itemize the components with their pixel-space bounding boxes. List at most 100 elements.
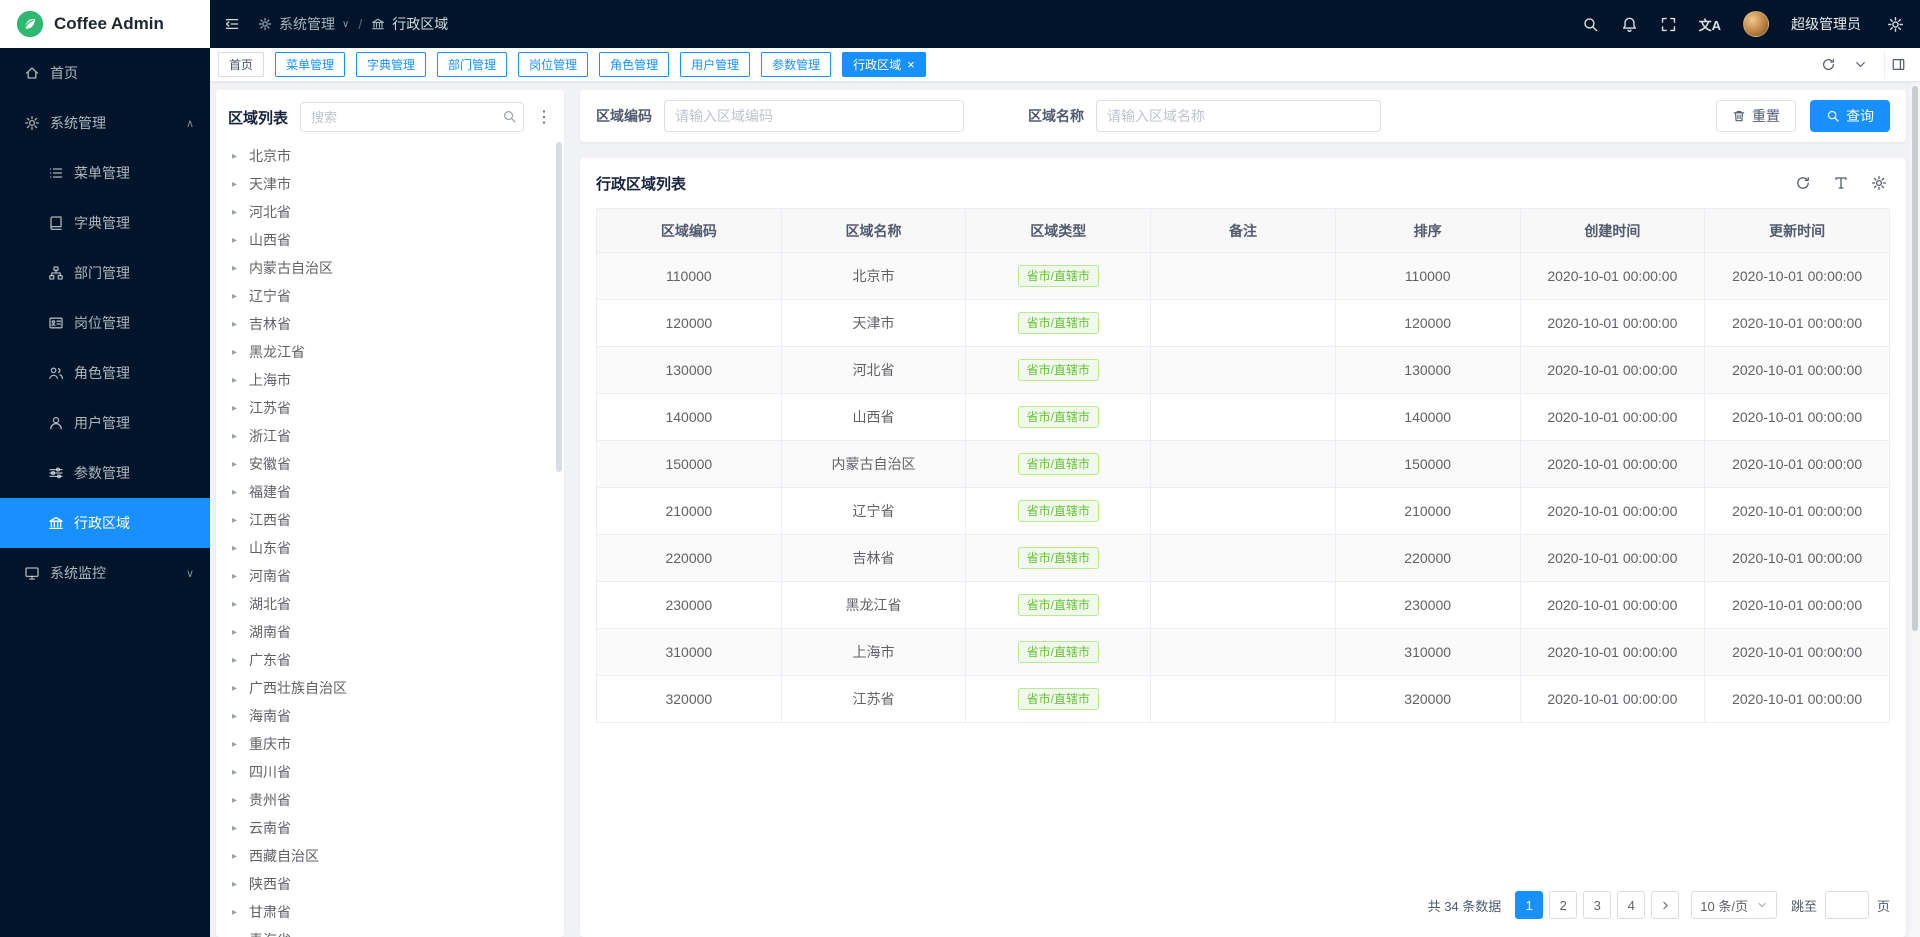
tree-item[interactable]: ▸ 浙江省 (222, 422, 564, 450)
sidebar-item[interactable]: 行政区域 (0, 498, 210, 548)
pagination-jump-input[interactable] (1825, 891, 1869, 919)
pagination-page-button[interactable]: 2 (1549, 891, 1577, 919)
tree-search-input[interactable] (300, 102, 524, 132)
tab[interactable]: 岗位管理 × (518, 52, 588, 77)
tree-item[interactable]: ▸ 海南省 (222, 702, 564, 730)
pagination-page-button[interactable]: 3 (1583, 891, 1611, 919)
sidebar-item[interactable]: 系统管理 ∧ (0, 98, 210, 148)
sidebar-toggle-button[interactable] (210, 0, 254, 48)
filter-input-name[interactable] (1096, 100, 1381, 132)
pagination-page-button[interactable]: 4 (1617, 891, 1645, 919)
tab[interactable]: 用户管理 × (680, 52, 750, 77)
tree-scrollbar[interactable] (556, 142, 562, 472)
sidebar-item[interactable]: 部门管理 (0, 248, 210, 298)
tabs-refresh-icon[interactable] (1814, 51, 1842, 79)
tree-item[interactable]: ▸ 上海市 (222, 366, 564, 394)
tree-item[interactable]: ▸ 内蒙古自治区 (222, 254, 564, 282)
tree-item[interactable]: ▸ 吉林省 (222, 310, 564, 338)
page-scrollbar-thumb[interactable] (1912, 86, 1918, 631)
tree-item[interactable]: ▸ 河南省 (222, 562, 564, 590)
sidebar-item[interactable]: 参数管理 (0, 448, 210, 498)
search-button[interactable]: 查询 (1810, 100, 1890, 132)
page-size-select[interactable]: 10 条/页 (1691, 891, 1777, 919)
sidebar-item[interactable]: 角色管理 (0, 348, 210, 398)
tab[interactable]: 字典管理 × (356, 52, 426, 77)
table-settings-gear-icon[interactable] (1868, 172, 1890, 194)
sidebar-item[interactable]: 用户管理 (0, 398, 210, 448)
tree-item[interactable]: ▸ 广西壮族自治区 (222, 674, 564, 702)
tree-item[interactable]: ▸ 湖南省 (222, 618, 564, 646)
tree-search-icon[interactable] (502, 109, 517, 127)
breadcrumb-item-system[interactable]: 系统管理 (279, 14, 335, 34)
sidebar-item[interactable]: 岗位管理 (0, 298, 210, 348)
cell-remark (1151, 253, 1336, 300)
search-icon[interactable] (1582, 16, 1599, 33)
quick-panel-icon[interactable] (1884, 51, 1912, 79)
tab[interactable]: 参数管理 × (761, 52, 831, 77)
tree-item[interactable]: ▸ 贵州省 (222, 786, 564, 814)
tree-item[interactable]: ▸ 云南省 (222, 814, 564, 842)
tree-item[interactable]: ▸ 辽宁省 (222, 282, 564, 310)
tree-item[interactable]: ▸ 甘肃省 (222, 898, 564, 926)
tree-item-label: 江苏省 (249, 398, 291, 418)
tree-item[interactable]: ▸ 河北省 (222, 198, 564, 226)
sidebar-item-icon (48, 215, 64, 231)
sidebar-item[interactable]: 系统监控 ∨ (0, 548, 210, 598)
filter-input-code[interactable] (664, 100, 964, 132)
tree-item[interactable]: ▸ 湖北省 (222, 590, 564, 618)
tree-item[interactable]: ▸ 福建省 (222, 478, 564, 506)
tree-menu-dots-icon[interactable]: ⋮ (532, 105, 556, 129)
fullscreen-icon[interactable] (1660, 16, 1677, 33)
tab[interactable]: 角色管理 × (599, 52, 669, 77)
tree-item[interactable]: ▸ 安徽省 (222, 450, 564, 478)
tree-item[interactable]: ▸ 黑龙江省 (222, 338, 564, 366)
tree-item[interactable]: ▸ 四川省 (222, 758, 564, 786)
tree-item-label: 吉林省 (249, 314, 291, 334)
tab[interactable]: 行政区域 × (842, 52, 926, 77)
cell-remark (1151, 394, 1336, 441)
pagination-page-button[interactable]: 1 (1515, 891, 1543, 919)
table-row: 150000 内蒙古自治区 省市/直辖市 150000 2020-10-01 0… (597, 441, 1890, 488)
bell-icon[interactable] (1621, 16, 1638, 33)
tab-close-icon[interactable]: × (907, 58, 915, 71)
tree-item[interactable]: ▸ 重庆市 (222, 730, 564, 758)
table-row: 320000 江苏省 省市/直辖市 320000 2020-10-01 00:0… (597, 676, 1890, 723)
tree-item-label: 山东省 (249, 538, 291, 558)
settings-gear-icon[interactable] (1887, 16, 1904, 33)
tree-item[interactable]: ▸ 青海省 (222, 926, 564, 937)
tree-item-label: 湖北省 (249, 594, 291, 614)
table-refresh-icon[interactable] (1792, 172, 1814, 194)
header-username[interactable]: 超级管理员 (1791, 14, 1861, 34)
tree-item[interactable]: ▸ 江西省 (222, 506, 564, 534)
tree-item[interactable]: ▸ 江苏省 (222, 394, 564, 422)
cell-region-name: 山西省 (781, 394, 966, 441)
tab[interactable]: 首页 × (218, 52, 264, 77)
reset-button[interactable]: 重置 (1716, 100, 1796, 132)
tree-item[interactable]: ▸ 陕西省 (222, 870, 564, 898)
tree-item[interactable]: ▸ 山东省 (222, 534, 564, 562)
table-title: 行政区域列表 (596, 173, 686, 194)
avatar[interactable] (1743, 11, 1769, 37)
tree-item[interactable]: ▸ 北京市 (222, 142, 564, 170)
page-scrollbar[interactable] (1910, 82, 1920, 937)
tree-item[interactable]: ▸ 广东省 (222, 646, 564, 674)
tree-item-label: 辽宁省 (249, 286, 291, 306)
tree-item[interactable]: ▸ 西藏自治区 (222, 842, 564, 870)
sidebar-caret-icon: ∨ (186, 567, 194, 580)
chevron-down-icon (1756, 899, 1768, 911)
sidebar-item[interactable]: 字典管理 (0, 198, 210, 248)
sidebar-item[interactable]: 菜单管理 (0, 148, 210, 198)
pagination-next-button[interactable] (1651, 891, 1679, 919)
tab[interactable]: 菜单管理 × (275, 52, 345, 77)
tree-item[interactable]: ▸ 山西省 (222, 226, 564, 254)
caret-right-icon: ▸ (232, 543, 242, 554)
cell-region-name: 吉林省 (781, 535, 966, 582)
table-textsize-icon[interactable] (1830, 172, 1852, 194)
tab[interactable]: 部门管理 × (437, 52, 507, 77)
sidebar-item[interactable]: 首页 (0, 48, 210, 98)
tree-item-label: 北京市 (249, 146, 291, 166)
tabs-dropdown-icon[interactable] (1846, 51, 1874, 79)
table-header-cell: 区域类型 (966, 209, 1151, 253)
tree-item[interactable]: ▸ 天津市 (222, 170, 564, 198)
translate-icon[interactable]: 文A (1699, 15, 1721, 34)
